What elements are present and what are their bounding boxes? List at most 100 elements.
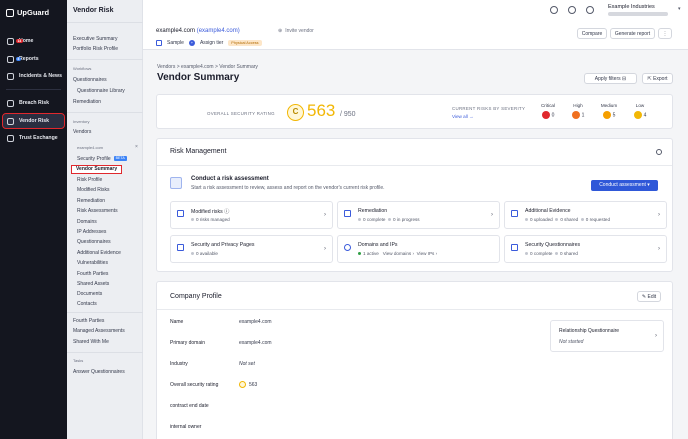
divider <box>67 352 143 353</box>
sidebar-item-vendors[interactable]: Vendors <box>73 129 91 135</box>
status-dot <box>388 218 392 222</box>
info-icon[interactable] <box>656 149 662 155</box>
tile-domains-ips[interactable]: Domains and IPs 1 active View domains › V… <box>337 235 500 263</box>
edit-button[interactable]: ✎ Edit <box>637 291 661 302</box>
org-user-redacted <box>608 12 668 16</box>
sidebar-item-shared-with-me[interactable]: Shared With Me <box>73 339 109 345</box>
tile-sub-text: 0 in progress <box>393 217 420 222</box>
sidebar-item-questionnaire-library[interactable]: Questionnaire Library <box>77 88 125 94</box>
list-icon <box>511 244 518 251</box>
sidebar-item-modified-risks[interactable]: Modified Risks <box>77 187 110 193</box>
nav-item-incidents[interactable]: Incidents & News <box>3 69 64 83</box>
chevron-down-icon[interactable]: ▾ <box>678 6 681 12</box>
tile-sub: 0 uploaded 0 shared 0 requested <box>525 217 610 222</box>
tile-remediation[interactable]: Remediation 0 complete 0 in progress › <box>337 201 500 229</box>
tile-sub-text: 0 available <box>196 251 218 256</box>
sidebar-item-vulnerabilities[interactable]: Vulnerabilities <box>77 260 108 266</box>
section-label-workflows: Workflows <box>73 66 92 71</box>
nav-item-home[interactable]: 14 Home <box>3 34 64 48</box>
high-icon <box>571 111 580 119</box>
severity-count: 1 <box>581 112 585 119</box>
severity-critical[interactable]: Critical 0 <box>533 103 563 119</box>
apply-filters-button[interactable]: Apply filters ⊟ <box>584 73 637 84</box>
relationship-questionnaire-card[interactable]: Relationship Questionnaire Not started › <box>550 320 664 352</box>
tile-modified-risks[interactable]: Modified risks ⓘ 0 risks managed › <box>170 201 333 229</box>
user-icon[interactable] <box>568 6 576 14</box>
chevron-right-icon: › <box>658 246 660 252</box>
sidebar-item-executive-summary[interactable]: Executive Summary <box>73 36 117 42</box>
folder-icon <box>156 40 162 46</box>
page-title: Vendor Summary <box>157 72 240 83</box>
severity-title: CURRENT RISKS BY SEVERITY <box>452 106 526 111</box>
portfolio-label[interactable]: Sample <box>167 40 184 46</box>
view-ips-link[interactable]: View IPs <box>417 251 435 256</box>
severity-low[interactable]: Low 4 <box>625 103 655 119</box>
conduct-assessment-button[interactable]: Conduct assessment ▾ <box>591 180 658 191</box>
view-all-link[interactable]: View all → <box>452 114 474 119</box>
sidebar-item-security-profile[interactable]: Security Profile BETA <box>77 156 127 162</box>
document-icon <box>177 244 184 251</box>
breadcrumb[interactable]: Vendors > example4.com > Vendor Summary <box>157 64 258 70</box>
pencil-icon: ✎ <box>641 294 647 300</box>
sidebar-item-documents[interactable]: Documents <box>77 291 102 297</box>
help-icon[interactable] <box>550 6 558 14</box>
org-name[interactable]: Example Industries <box>608 4 655 10</box>
physical-access-badge[interactable]: Physical Access <box>228 40 262 46</box>
sidebar-item-additional-evidence[interactable]: Additional Evidence <box>77 250 121 256</box>
sidebar-item-questionnaires[interactable]: Questionnaires <box>73 77 107 83</box>
sidebar-item-ip-addresses[interactable]: IP Addresses <box>77 229 106 235</box>
edit-label: Edit <box>647 294 657 300</box>
sidebar-item-questionnaires[interactable]: Questionnaires <box>77 239 111 245</box>
sidebar-item-shared-assets[interactable]: Shared Assets <box>77 281 109 287</box>
view-all-label: View all <box>452 114 468 119</box>
tile-title: Modified risks ⓘ <box>191 209 230 215</box>
severity-medium[interactable]: Medium 5 <box>594 103 624 119</box>
tile-security-privacy-pages[interactable]: Security and Privacy Pages 0 available › <box>170 235 333 263</box>
status-dot <box>525 252 528 256</box>
assign-tier-button[interactable]: Assign tier <box>200 40 223 46</box>
compare-button[interactable]: Compare <box>577 28 607 39</box>
close-icon[interactable]: × <box>135 144 138 150</box>
severity-count: 0 <box>551 112 555 119</box>
rating-score[interactable]: 563 <box>307 101 335 121</box>
nav-item-reports[interactable]: 8 Reports <box>3 52 64 66</box>
nav-item-vendor-risk[interactable]: Vendor Risk <box>2 113 65 129</box>
nav-item-breach-risk[interactable]: Breach Risk <box>3 96 64 110</box>
sidebar-item-vendor-summary[interactable]: Vendor Summary <box>70 165 123 174</box>
sidebar-item-remediation[interactable]: Remediation <box>73 99 101 105</box>
nav-item-trust-exchange[interactable]: Trust Exchange <box>3 131 64 145</box>
sidebar-item-domains[interactable]: Domains <box>77 219 97 225</box>
invite-vendor-button[interactable]: ⊕ Invite vendor <box>278 28 314 34</box>
sidebar-item-contacts[interactable]: Contacts <box>77 301 97 307</box>
more-options-button[interactable]: ⋮ <box>658 28 672 39</box>
breach-icon <box>7 99 14 107</box>
tile-sub-text: 0 shared <box>560 217 579 222</box>
sidebar-item-remediation[interactable]: Remediation <box>77 198 105 204</box>
nav-label: Vendor Risk <box>19 118 49 124</box>
logo[interactable]: UpGuard <box>6 8 49 17</box>
view-domains-link[interactable]: View domains <box>383 251 412 256</box>
sidebar-item-managed-assessments[interactable]: Managed Assessments <box>73 328 125 334</box>
sidebar-item-risk-assessments[interactable]: Risk Assessments <box>77 208 118 214</box>
plus-icon[interactable]: + <box>188 40 195 46</box>
nav-divider <box>6 89 61 90</box>
sidebar-item-portfolio-risk-profile[interactable]: Portfolio Risk Profile <box>73 46 118 52</box>
vendor-icon <box>7 117 14 125</box>
divider <box>157 309 672 310</box>
chevron-right-icon: › <box>658 212 660 218</box>
sidebar-item-risk-profile[interactable]: Risk Profile <box>77 177 102 183</box>
settings-icon[interactable] <box>586 6 594 14</box>
tile-title: Security Questionnaires <box>525 242 581 248</box>
sidebar-item-fourth-parties-global[interactable]: Fourth Parties <box>73 318 104 324</box>
invite-label: Invite vendor <box>285 28 314 34</box>
vendor-domain-link[interactable]: (example4.com) <box>197 28 240 34</box>
tile-additional-evidence[interactable]: Additional Evidence 0 uploaded 0 shared 0… <box>504 201 667 229</box>
tile-security-questionnaires[interactable]: Security Questionnaires 0 complete 0 shar… <box>504 235 667 263</box>
conduct-assessment-label: Conduct assessment <box>599 182 646 188</box>
export-button[interactable]: ⇱ Export <box>642 73 673 84</box>
sidebar-item-fourth-parties[interactable]: Fourth Parties <box>77 271 108 277</box>
generate-report-button[interactable]: Generate report <box>610 28 655 39</box>
sidebar-item-answer-questionnaires[interactable]: Answer Questionnaires <box>73 369 125 375</box>
rq-status: Not started <box>559 339 584 345</box>
severity-high[interactable]: High 1 <box>563 103 593 119</box>
